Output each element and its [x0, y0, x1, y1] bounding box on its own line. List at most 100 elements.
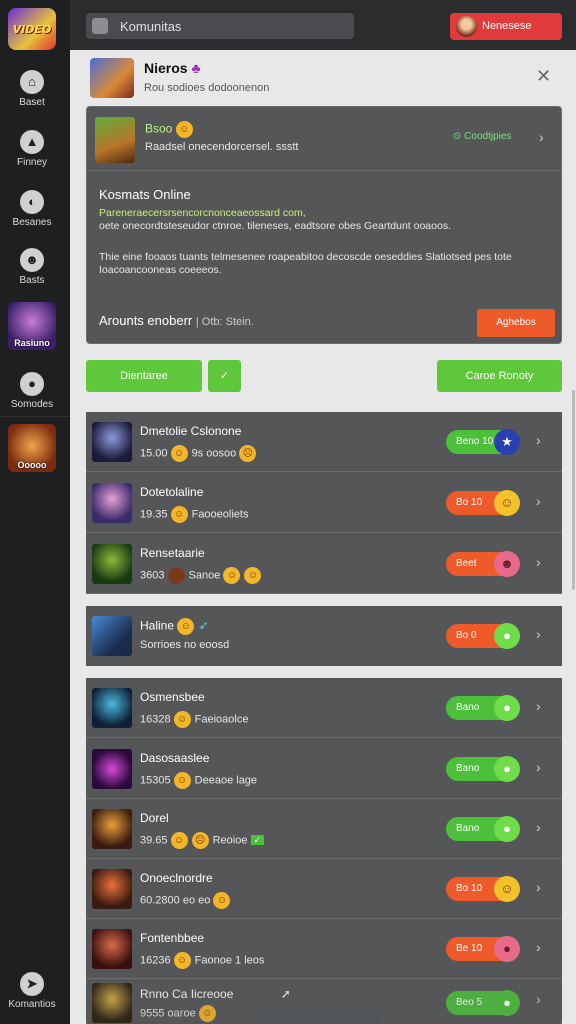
primary-action-button[interactable]: Dientaree: [86, 360, 202, 392]
list-item[interactable]: Dmetolie Cslonone 15.00 ☺ 9s oosoo ☹ Beno…: [86, 412, 562, 472]
sidebar: VIDEO ⌂ Baset ▲ Finney ◐ Besanes ☻ Basts…: [0, 0, 70, 1024]
check-badge-icon: ✓: [250, 835, 265, 846]
item-count: 3603: [140, 569, 165, 582]
chevron-right-icon[interactable]: ›: [536, 554, 541, 570]
status-badge[interactable]: Beet ☻: [446, 551, 520, 577]
chevron-right-icon[interactable]: ›: [536, 759, 541, 775]
chevron-right-icon[interactable]: ›: [536, 432, 541, 448]
item-extra: Deeaoe lage: [194, 774, 258, 787]
chevron-right-icon[interactable]: ›: [536, 879, 541, 895]
profile-button[interactable]: Nenesese: [450, 13, 562, 40]
list-item[interactable]: Fontenbbee 16236 ☺ Faonoe 1 leos Be 10 ● ›: [86, 919, 562, 979]
search-text: Komunitas: [120, 19, 182, 34]
status-badge-text: Beet: [456, 558, 477, 569]
sidebar-item-label: Besanes: [12, 217, 52, 228]
info-link[interactable]: ⊙ Coodtjpies: [453, 131, 511, 142]
check-button[interactable]: ✓: [208, 360, 241, 392]
item-name-text: Haline: [140, 618, 175, 633]
profile-button-label: Nenesese: [482, 20, 532, 32]
sidebar-item-basts[interactable]: ☻ Basts: [0, 248, 64, 286]
item-extra: 9s oosoo: [191, 447, 237, 460]
sidebar-item-finney[interactable]: ▲ Finney: [0, 130, 64, 168]
sidebar-item-besanes[interactable]: ◐ Besanes: [0, 190, 64, 228]
close-icon[interactable]: ✕: [536, 66, 551, 87]
item-meta: 9555 oaroe ☺: [140, 1005, 220, 1022]
chat-bubble-icon: ●: [494, 695, 520, 721]
item-thumbnail: [92, 616, 132, 656]
info-action-button[interactable]: Aghebos: [477, 309, 555, 337]
chevron-right-icon[interactable]: ›: [536, 819, 541, 835]
star-icon: ★: [494, 429, 520, 455]
info-paragraph-2: Thie eine fooaos tuants telmesenee roape…: [99, 251, 512, 276]
app-logo[interactable]: VIDEO: [8, 8, 56, 50]
item-meta: 39.65 ☺ ☹ Reoioe ✓: [140, 832, 265, 849]
item-extra: Faeioaolce: [194, 713, 249, 726]
sidebar-game-2[interactable]: Ooooo: [8, 424, 56, 472]
chat-bubble-icon: ●: [494, 816, 520, 842]
info-card-header[interactable]: Bsoo ☺ Raadsel onecendorcersel. ssstt ⊙ …: [87, 107, 561, 171]
search-input[interactable]: Komunitas: [86, 13, 354, 39]
list-item[interactable]: Dotetolaline 19.35 ☺ Faooeoliets Bo 10 ☺ ›: [86, 473, 562, 533]
emoji-icon: ☹: [239, 445, 257, 462]
status-badge[interactable]: Bano ●: [446, 816, 520, 842]
info-subtitle: Raadsel onecendorcersel. ssstt: [145, 141, 299, 153]
face-icon: ●: [494, 936, 520, 962]
sidebar-item-chat[interactable]: ● Somodes: [0, 372, 64, 410]
sidebar-item-label: Finney: [16, 157, 47, 168]
item-name: Dorel: [140, 811, 169, 825]
emoji-icon: ☺: [223, 567, 241, 584]
item-extra: eo eo: [182, 894, 211, 907]
item-meta: Sorrioes no eoosd: [140, 639, 230, 651]
sidebar-item-label: Komantios: [8, 999, 56, 1010]
item-extra: Reoioe: [212, 834, 248, 847]
sidebar-game-1[interactable]: Rasiuno: [8, 302, 56, 350]
list-item[interactable]: Dorel 39.65 ☺ ☹ Reoioe ✓ Bano ● ›: [86, 799, 562, 859]
item-thumbnail: [92, 483, 132, 523]
list-item[interactable]: Haline ☺ ➶ Sorrioes no eoosd Bo 0 ● ›: [86, 606, 562, 666]
panel-thumbnail: [90, 58, 134, 98]
chevron-right-icon[interactable]: ›: [539, 129, 544, 145]
title-glyph-icon: ♣: [191, 60, 201, 76]
sidebar-item-label: Basts: [19, 275, 45, 286]
scrollbar[interactable]: [572, 390, 575, 590]
emoji-icon: ☺: [170, 506, 188, 523]
sidebar-item-baset[interactable]: ⌂ Baset: [0, 70, 64, 108]
emoji-icon: ☺: [173, 772, 191, 789]
status-badge[interactable]: Bano ●: [446, 756, 520, 782]
status-badge[interactable]: Beo 5 ●: [446, 990, 520, 1016]
item-thumbnail: [92, 809, 132, 849]
status-badge[interactable]: Bo 10 ☺: [446, 490, 520, 516]
sidebar-item-label: Baset: [19, 97, 45, 108]
chevron-right-icon[interactable]: ›: [536, 493, 541, 509]
item-meta: 15.00 ☺ 9s oosoo ☹: [140, 445, 260, 462]
item-meta: 3603 ● Sanoe ☺ ☺: [140, 567, 265, 584]
list-item[interactable]: Osmensbee 16328 ☺ Faeioaolce Bano ● ›: [86, 678, 562, 738]
chevron-right-icon[interactable]: ›: [536, 626, 541, 642]
chevron-right-icon[interactable]: ›: [536, 939, 541, 955]
info-card: Bsoo ☺ Raadsel onecendorcersel. ssstt ⊙ …: [86, 106, 562, 344]
status-badge[interactable]: Beno 10 ★: [446, 429, 520, 455]
list-item[interactable]: Dasosaaslee 15305 ☺ Deeaoe lage Bano ● ›: [86, 739, 562, 799]
status-badge[interactable]: Bo 0 ●: [446, 623, 520, 649]
home-icon: ⌂: [20, 70, 44, 94]
item-count: 16236: [140, 954, 171, 967]
sidebar-item-komantios[interactable]: ➤ Komantios: [0, 972, 64, 1010]
status-badge[interactable]: Be 10 ●: [446, 936, 520, 962]
emoji-icon: ☺: [175, 121, 193, 138]
pointer-icon: ➚: [280, 987, 291, 1001]
item-name: Haline ☺ ➶: [140, 618, 208, 635]
arrow-icon: ➶: [198, 618, 209, 633]
list-item[interactable]: Rensetaarie 3603 ● Sanoe ☺ ☺ Beet ☻ ›: [86, 534, 562, 594]
secondary-action-button[interactable]: Caroe Ronoty: [437, 360, 562, 392]
chevron-right-icon[interactable]: ›: [536, 698, 541, 714]
item-meta: 15305 ☺ Deeaoe lage: [140, 772, 257, 789]
emoji-icon: ☺: [170, 445, 188, 462]
emoji-icon: ☺: [198, 1005, 216, 1022]
status-badge[interactable]: Bo 10 ☺: [446, 876, 520, 902]
chevron-right-icon[interactable]: ›: [536, 991, 541, 1007]
status-badge[interactable]: Bano ●: [446, 695, 520, 721]
list-item[interactable]: Onoeclnordre 60.2800 eo eo ☺ Bo 10 ☺ ›: [86, 859, 562, 919]
logo-text: VIDEO: [12, 22, 52, 36]
list-item[interactable]: Rnno Ca Iicreooe ➚ 9555 oaroe ☺ Beo 5 ● ›: [86, 979, 562, 1024]
status-badge-text: Bano: [456, 763, 480, 774]
